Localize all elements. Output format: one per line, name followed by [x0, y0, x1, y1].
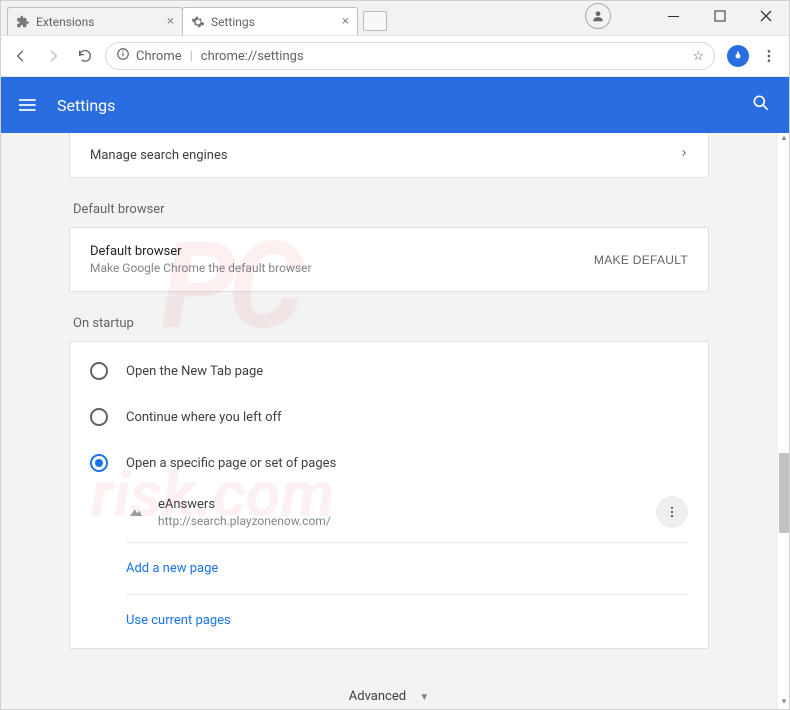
info-icon: [116, 47, 130, 65]
scroll-up-icon[interactable]: ▴: [778, 133, 789, 145]
page-title: Settings: [57, 96, 115, 115]
scrollbar[interactable]: ▴ ▾: [777, 133, 789, 709]
extension-badge-icon[interactable]: [727, 45, 749, 67]
radio-icon: [90, 408, 108, 426]
tab-label: Settings: [211, 15, 255, 29]
radio-icon-selected: [90, 454, 108, 472]
forward-button[interactable]: [41, 44, 65, 68]
advanced-label: Advanced: [349, 689, 406, 704]
radio-label: Open the New Tab page: [126, 364, 263, 379]
startup-page-row: eAnswers http://search.playzonenow.com/: [126, 486, 688, 538]
reload-button[interactable]: [73, 44, 97, 68]
bookmark-star-icon[interactable]: ☆: [692, 49, 704, 64]
toolbar: Chrome | chrome://settings ☆: [1, 35, 789, 77]
divider: [126, 594, 688, 595]
puzzle-icon: [16, 15, 30, 29]
new-tab-button[interactable]: [363, 11, 387, 31]
default-browser-title: Default browser: [90, 244, 312, 259]
radio-label: Open a specific page or set of pages: [126, 456, 336, 471]
browser-menu-button[interactable]: [757, 44, 781, 68]
startup-option-continue[interactable]: Continue where you left off: [70, 394, 708, 440]
chevron-right-icon: [680, 147, 688, 163]
section-header-on-startup: On startup: [73, 316, 709, 331]
tab-extensions[interactable]: Extensions ×: [7, 7, 183, 35]
row-label: Manage search engines: [90, 148, 228, 163]
radio-label: Continue where you left off: [126, 410, 282, 425]
make-default-button[interactable]: MAKE DEFAULT: [594, 253, 688, 267]
close-icon[interactable]: ×: [342, 14, 349, 29]
profile-icon[interactable]: [585, 3, 611, 29]
advanced-toggle[interactable]: Advanced ▼: [69, 689, 709, 704]
scrollbar-thumb[interactable]: [779, 453, 789, 533]
search-icon[interactable]: [751, 93, 771, 117]
radio-icon: [90, 362, 108, 380]
gear-icon: [191, 15, 205, 29]
site-favicon-icon: [126, 502, 146, 522]
tab-label: Extensions: [36, 15, 94, 29]
close-icon[interactable]: ×: [167, 14, 174, 29]
startup-option-new-tab[interactable]: Open the New Tab page: [70, 348, 708, 394]
url-text: chrome://settings: [201, 49, 304, 64]
scroll-down-icon[interactable]: ▾: [778, 697, 789, 709]
startup-option-specific-pages[interactable]: Open a specific page or set of pages: [70, 440, 708, 486]
manage-search-engines-row[interactable]: Manage search engines: [70, 133, 708, 177]
window-close-button[interactable]: [743, 1, 789, 31]
startup-page-url: http://search.playzonenow.com/: [158, 514, 331, 528]
back-button[interactable]: [9, 44, 33, 68]
security-label: Chrome: [136, 49, 182, 64]
page-row-menu-button[interactable]: [656, 496, 688, 528]
divider: [126, 542, 688, 543]
section-header-default-browser: Default browser: [73, 202, 709, 217]
startup-page-title: eAnswers: [158, 497, 331, 512]
menu-icon[interactable]: [19, 95, 39, 115]
window-maximize-button[interactable]: [697, 1, 743, 31]
add-new-page-link[interactable]: Add a new page: [126, 547, 688, 590]
tab-settings[interactable]: Settings ×: [182, 7, 358, 35]
separator: |: [190, 49, 193, 64]
use-current-pages-link[interactable]: Use current pages: [126, 599, 688, 642]
address-bar[interactable]: Chrome | chrome://settings ☆: [105, 42, 715, 70]
chevron-down-icon: ▼: [419, 692, 429, 703]
settings-appbar: Settings: [1, 77, 789, 133]
default-browser-subtitle: Make Google Chrome the default browser: [90, 261, 312, 275]
window-minimize-button[interactable]: [651, 1, 697, 31]
